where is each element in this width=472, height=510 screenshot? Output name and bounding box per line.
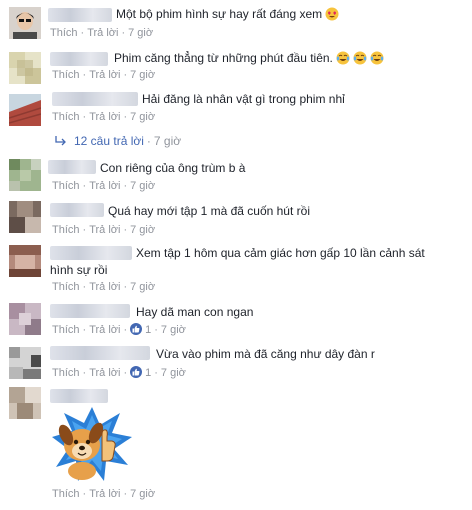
separator: · [82, 281, 87, 293]
like-link[interactable]: Thích [52, 324, 80, 336]
timestamp[interactable]: 7 giờ [130, 224, 155, 236]
comment-actions: Thích · Trả lời · 7 giờ [52, 111, 155, 123]
comment-text: Một bộ phim hình sự hay rất đáng xem [116, 7, 339, 25]
blurred-author-name[interactable] [50, 52, 108, 66]
separator: · [82, 69, 87, 81]
reply-link[interactable]: Trả lời [89, 367, 120, 379]
avatar[interactable] [9, 7, 41, 39]
separator: · [82, 224, 87, 236]
like-link[interactable]: Thích [52, 69, 80, 81]
blurred-author-name[interactable] [50, 203, 104, 217]
like-link[interactable]: Thích [52, 180, 80, 192]
tears-of-joy-emoji [336, 51, 384, 69]
avatar[interactable] [9, 347, 41, 379]
blurred-author-name[interactable] [50, 389, 108, 403]
avatar[interactable] [9, 245, 41, 277]
dog-thumbs-up-sticker[interactable] [50, 405, 134, 483]
comment-actions: Thích · Trả lời · 1 · 7 giờ [52, 323, 186, 336]
separator: · [82, 111, 87, 123]
blurred-author-name[interactable] [50, 304, 130, 318]
avatar[interactable] [9, 52, 41, 84]
comment-actions: Thích · Trả lời · 1 · 7 giờ [52, 366, 186, 379]
separator: · [123, 324, 128, 336]
like-count-icon[interactable] [130, 323, 143, 335]
separator: · [123, 111, 128, 123]
comment-text: Quá hay mới tập 1 mà đã cuốn hút rồi [108, 204, 310, 218]
comment-text: Hải đăng là nhân vật gì trong phim nhỉ [142, 92, 345, 106]
heart-eyes-emoji [325, 7, 339, 25]
like-count-icon[interactable] [130, 366, 143, 378]
comment-actions: Thích · Trả lời · 7 giờ [50, 27, 153, 39]
separator: · [121, 27, 126, 39]
timestamp[interactable]: 7 giờ [130, 281, 155, 293]
comment-actions: Thích · Trả lời · 7 giờ [52, 69, 155, 81]
blurred-author-name[interactable] [48, 160, 96, 174]
reply-link[interactable]: Trả lời [89, 281, 120, 293]
blurred-author-name[interactable] [50, 346, 150, 360]
like-link[interactable]: Thích [50, 27, 78, 39]
view-replies-link[interactable]: 12 câu trả lời · 7 giờ [74, 134, 181, 148]
timestamp[interactable]: 7 giờ [130, 69, 155, 81]
like-link[interactable]: Thích [52, 281, 80, 293]
avatar[interactable] [9, 201, 41, 233]
avatar[interactable] [9, 303, 41, 335]
comment-text: Vừa vào phim mà đã căng như dây đàn r [156, 347, 375, 361]
separator: · [123, 180, 128, 192]
timestamp[interactable]: 7 giờ [128, 27, 153, 39]
separator: · [154, 324, 158, 336]
blurred-author-name[interactable] [48, 8, 112, 22]
timestamp[interactable]: 7 giờ [130, 180, 155, 192]
comment-text: Xem tập 1 hôm qua cảm giác hơn gấp 10 lầ… [50, 246, 425, 277]
like-link[interactable]: Thích [52, 367, 80, 379]
separator: · [82, 324, 87, 336]
separator: · [123, 224, 128, 236]
separator: · [154, 367, 158, 379]
separator: · [82, 488, 87, 500]
comment-actions: Thích · Trả lời · 7 giờ [52, 488, 155, 500]
separator: · [82, 180, 87, 192]
separator: · [82, 367, 87, 379]
reply-link[interactable]: Trả lời [89, 224, 120, 236]
separator: · [123, 69, 128, 81]
timestamp[interactable]: 7 giờ [130, 488, 155, 500]
comment-text: Con riêng của ông trùm b à [100, 161, 246, 175]
like-link[interactable]: Thích [52, 224, 80, 236]
reply-link[interactable]: Trả lời [89, 111, 120, 123]
timestamp[interactable]: 7 giờ [161, 324, 186, 336]
separator: · [123, 281, 128, 293]
separator: · [80, 27, 85, 39]
like-link[interactable]: Thích [52, 488, 80, 500]
timestamp[interactable]: 7 giờ [154, 134, 181, 148]
separator: · [123, 488, 128, 500]
timestamp[interactable]: 7 giờ [130, 111, 155, 123]
reply-link[interactable]: Trả lời [89, 180, 120, 192]
comment-actions: Thích · Trả lời · 7 giờ [52, 281, 155, 293]
reply-link[interactable]: Trả lời [89, 69, 120, 81]
separator: · [123, 367, 128, 379]
timestamp[interactable]: 7 giờ [161, 367, 186, 379]
comment-text: Phim căng thẳng từ những phút đầu tiên. [114, 51, 384, 69]
avatar[interactable] [9, 94, 41, 126]
reply-link[interactable]: Trả lời [89, 488, 120, 500]
replies-count-label[interactable]: 12 câu trả lời [74, 134, 144, 148]
like-link[interactable]: Thích [52, 111, 80, 123]
comment-actions: Thích · Trả lời · 7 giờ [52, 224, 155, 236]
reply-arrow-icon [55, 136, 66, 146]
comment-actions: Thích · Trả lời · 7 giờ [52, 180, 155, 192]
separator: · [146, 134, 151, 148]
avatar[interactable] [9, 159, 41, 191]
avatar[interactable] [9, 387, 41, 419]
comment-text: Hay dã man con ngan [136, 305, 254, 319]
blurred-author-name[interactable] [52, 92, 138, 106]
reply-link[interactable]: Trả lời [87, 27, 118, 39]
reply-link[interactable]: Trả lời [89, 324, 120, 336]
